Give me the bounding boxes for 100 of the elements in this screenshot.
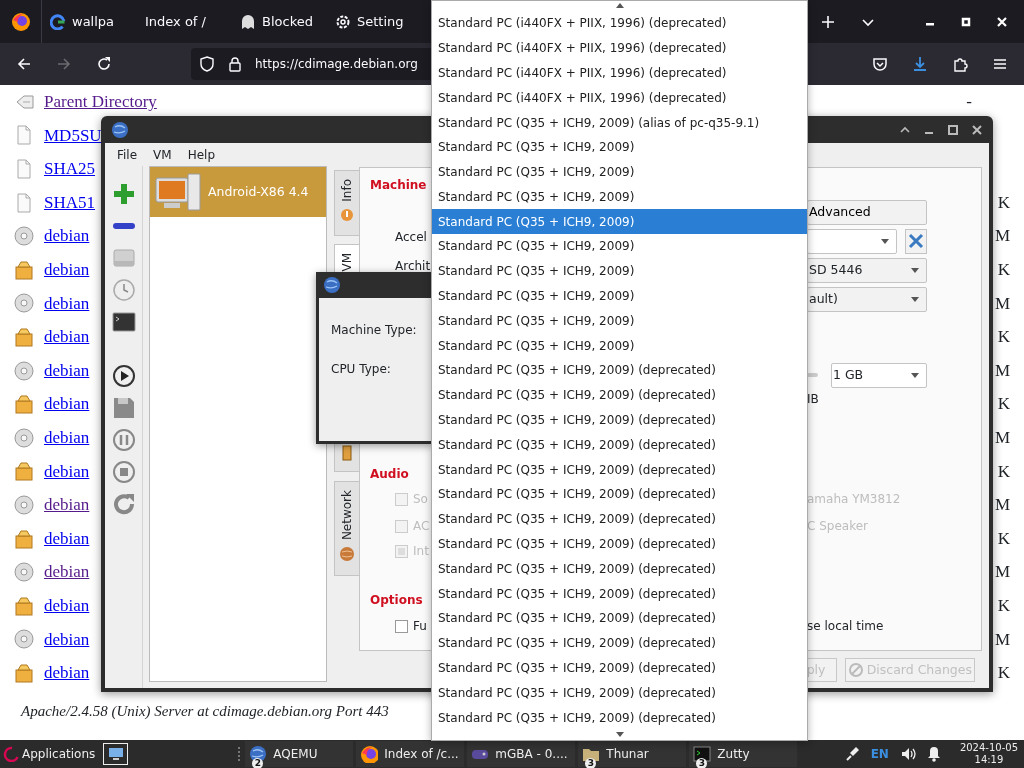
scroll-up-icon[interactable] — [615, 3, 624, 9]
browser-tab[interactable]: Index of / — [137, 3, 232, 40]
dropdown-option[interactable]: Standard PC (Q35 + ICH9, 2009) (deprecated) — [432, 457, 807, 483]
caret-icon[interactable] — [911, 372, 919, 378]
new-tab-icon[interactable] — [820, 13, 836, 30]
file-link[interactable]: debian — [44, 492, 90, 518]
dropdown-option[interactable]: Standard PC (Q35 + ICH9, 2009) (deprecated) — [432, 358, 807, 383]
browser-tab[interactable]: wallpa — [42, 3, 137, 40]
bell-icon[interactable] — [926, 746, 941, 762]
tool-button[interactable] — [905, 228, 927, 254]
file-link[interactable]: debian — [44, 290, 90, 317]
dropdown-option[interactable]: Standard PC (Q35 + ICH9, 2009) (alias of pc-q35-9.1) — [432, 110, 807, 135]
task-button[interactable]: 2 AQEMU — [245, 741, 354, 767]
dropdown-field[interactable] — [807, 228, 897, 254]
dropdown-option[interactable]: Standard PC (Q35 + ICH9, 2009) (deprecated) — [432, 556, 807, 582]
task-button[interactable]: 3 Thunar — [578, 741, 687, 767]
dropdown-field[interactable]: SD 5446 — [807, 257, 927, 283]
file-link[interactable]: debian — [44, 357, 90, 384]
menu-item[interactable]: File — [111, 145, 144, 164]
applications-menu[interactable]: Applications — [0, 740, 99, 768]
side-tab[interactable]: Info — [334, 170, 359, 236]
dropdown-option[interactable]: Standard PC (Q35 + ICH9, 2009) (deprecated) — [432, 382, 807, 408]
dropdown-option[interactable]: Standard PC (Q35 + ICH9, 2009) (deprecated) — [432, 531, 807, 557]
file-link[interactable]: SHA51 — [44, 189, 95, 216]
dropdown-option[interactable]: Standard PC (Q35 + ICH9, 2009) (deprecated) — [432, 407, 807, 433]
shield-icon[interactable] — [199, 56, 215, 72]
file-link[interactable]: debian — [44, 223, 90, 249]
disc-icon — [14, 427, 34, 448]
menu-icon[interactable] — [992, 56, 1008, 72]
maximize-icon[interactable] — [960, 15, 972, 28]
close-icon[interactable] — [971, 123, 983, 136]
pocket-icon[interactable] — [872, 56, 888, 72]
menu-item[interactable]: VM — [147, 145, 178, 164]
dropdown-option[interactable]: Standard PC (Q35 + ICH9, 2009) (deprecated) — [432, 581, 807, 607]
caret-icon[interactable] — [911, 296, 919, 302]
download-icon[interactable] — [912, 56, 928, 72]
document-icon — [14, 192, 34, 213]
dropdown-option[interactable]: Standard PC (Q35 + ICH9, 2009) — [432, 333, 807, 359]
play-icon[interactable] — [111, 364, 136, 388]
save-icon[interactable] — [111, 396, 136, 420]
dropdown-option[interactable]: Standard PC (i440FX + PIIX, 1996) (deprecated) — [432, 10, 807, 36]
reload-icon[interactable] — [96, 56, 112, 72]
file-link[interactable]: debian — [44, 592, 90, 619]
side-tab[interactable]: Network — [334, 481, 359, 576]
menu-item[interactable]: Help — [181, 145, 221, 164]
lock-icon[interactable] — [227, 56, 243, 72]
task-button[interactable]: mGBA - 0.... — [467, 741, 576, 767]
maximize-icon[interactable] — [947, 123, 959, 136]
dropdown-option[interactable]: Standard PC (Q35 + ICH9, 2009) (deprecated) — [432, 606, 807, 631]
dropdown-option[interactable]: Standard PC (Q35 + ICH9, 2009) (deprecated) — [432, 680, 807, 706]
file-link[interactable]: Parent Directory — [44, 89, 157, 115]
dropdown-option[interactable]: Standard PC (Q35 + ICH9, 2009) (deprecated) — [432, 482, 807, 507]
stop-icon[interactable] — [111, 460, 136, 484]
browser-logo-icon[interactable] — [10, 11, 31, 32]
file-link[interactable]: MD5SU — [44, 122, 102, 149]
dropdown-option[interactable]: Standard PC (Q35 + ICH9, 2009) — [432, 159, 807, 185]
file-link[interactable]: debian — [44, 257, 90, 283]
file-link[interactable]: debian — [44, 559, 90, 585]
file-link[interactable]: debian — [44, 391, 90, 417]
browser-tab[interactable]: Setting — [327, 3, 422, 40]
file-link[interactable]: debian — [44, 324, 90, 350]
checkbox[interactable] — [395, 619, 408, 633]
file-link[interactable]: debian — [44, 525, 90, 552]
volume-icon[interactable] — [899, 746, 916, 762]
dropdown-option[interactable]: Standard PC (Q35 + ICH9, 2009) (deprecated) — [432, 432, 807, 458]
dropdown-option[interactable]: Standard PC (Q35 + ICH9, 2009) (deprecated) — [432, 705, 807, 731]
file-link[interactable]: debian — [44, 425, 90, 451]
dropdown-field[interactable]: 1 GB — [831, 362, 927, 388]
caret-icon[interactable] — [911, 267, 919, 273]
dropdown-option[interactable]: Standard PC (Q35 + ICH9, 2009) (deprecated) — [432, 630, 807, 656]
scroll-down-icon[interactable] — [615, 732, 624, 738]
back-icon[interactable] — [16, 56, 32, 72]
browser-tab[interactable]: Blocked — [232, 3, 327, 40]
caret-icon[interactable] — [881, 238, 889, 244]
terminal-icon[interactable] — [111, 310, 136, 334]
file-link[interactable]: debian — [44, 458, 90, 485]
keyboard-layout[interactable]: EN — [870, 745, 889, 763]
file-link[interactable]: debian — [44, 660, 90, 686]
options-button[interactable]: Advanced — [807, 199, 927, 225]
puzzle-icon[interactable] — [952, 56, 968, 72]
server-footer: Apache/2.4.58 (Unix) Server at cdimage.debian.org Port 443 — [21, 699, 389, 723]
dropdown-option[interactable]: Standard PC (Q35 + ICH9, 2009) — [432, 209, 807, 235]
workspace-button[interactable] — [103, 743, 129, 765]
pause-icon[interactable] — [111, 428, 136, 452]
dropdown-field[interactable]: ault) — [807, 286, 927, 312]
forward-icon[interactable] — [56, 56, 72, 72]
dropdown-option[interactable]: Standard PC (Q35 + ICH9, 2009) — [432, 283, 807, 309]
dropdown-option[interactable]: Standard PC (i440FX + PIIX, 1996) (deprecated) — [432, 85, 807, 111]
dropdown-option[interactable]: Standard PC (Q35 + ICH9, 2009) — [432, 258, 807, 284]
dropdown-option[interactable]: Standard PC (Q35 + ICH9, 2009) (deprecated) — [432, 506, 807, 532]
task-button[interactable]: Index of /c... — [356, 741, 465, 767]
dropdown-option[interactable]: Standard PC (Q35 + ICH9, 2009) — [432, 308, 807, 334]
dropdown-option[interactable]: Standard PC (Q35 + ICH9, 2009) — [432, 234, 807, 259]
add-icon[interactable] — [111, 182, 136, 206]
file-link[interactable]: debian — [44, 626, 90, 653]
file-link[interactable]: SHA25 — [44, 156, 95, 182]
dropdown-option[interactable]: Standard PC (Q35 + ICH9, 2009) — [432, 134, 807, 160]
dropdown-option[interactable]: Standard PC (Q35 + ICH9, 2009) — [432, 184, 807, 210]
monitor-icon — [107, 747, 124, 761]
task-button[interactable]: 3 Zutty — [689, 741, 798, 767]
